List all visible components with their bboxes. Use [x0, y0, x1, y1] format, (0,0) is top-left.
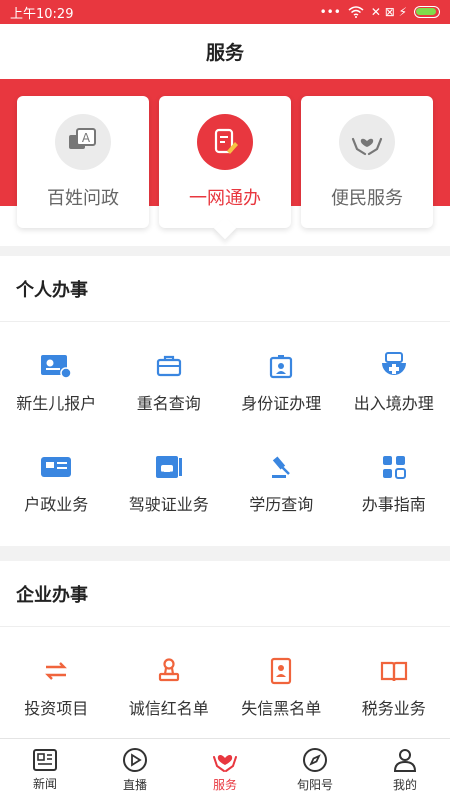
service-label: 失信黑名单 — [241, 699, 322, 718]
battery-icon — [414, 6, 440, 18]
user-icon — [393, 748, 417, 772]
nav-live[interactable]: 直播 — [90, 739, 180, 800]
nav-label: 新闻 — [32, 776, 57, 791]
service-shuiwu-yewu[interactable]: 税务业务 — [338, 627, 450, 728]
nav-xunyanghao[interactable]: 旬阳号 — [270, 739, 360, 800]
network-icons: ✕ ⊠ ⚡ — [370, 5, 407, 19]
bottom-nav: 新闻 直播 服务 旬阳号 我的 — [0, 738, 450, 800]
grid-icon — [377, 453, 411, 481]
briefcase-icon — [152, 352, 186, 380]
status-bar: 上午10:29 ••• ✕ ⊠ ⚡ — [0, 0, 450, 24]
service-chengxin-hongmingdan[interactable]: 诚信红名单 — [113, 627, 226, 728]
nav-news[interactable]: 新闻 — [0, 739, 90, 800]
status-time: 上午10:29 — [10, 6, 74, 22]
page-title: 服务 — [0, 24, 450, 79]
id-card-icon — [39, 352, 73, 380]
gavel-icon — [264, 453, 298, 481]
document-pen-icon — [197, 114, 253, 170]
book-icon — [377, 657, 411, 685]
nav-label: 服务 — [212, 777, 237, 792]
nav-service[interactable]: 服务 — [180, 739, 270, 800]
service-churujing-banli[interactable]: 出入境办理 — [338, 322, 450, 423]
card-yiwang-tongban[interactable]: 一网通办 — [159, 96, 291, 228]
service-label: 办事指南 — [361, 495, 426, 514]
service-label: 驾驶证业务 — [128, 495, 209, 514]
chat-icon: A — [55, 114, 111, 170]
service-heart-icon — [213, 754, 237, 772]
service-label: 重名查询 — [136, 394, 201, 413]
passport-icon — [377, 352, 411, 380]
card-bianmin-fuwu[interactable]: 便民服务 — [301, 96, 433, 228]
card-baixing-wenzheng[interactable]: A 百姓问政 — [17, 96, 149, 228]
wifi-icon — [348, 6, 364, 18]
personal-section: 个人办事 新生儿报户 重名查询 身份证办理 出入境办理 户政业务 驾驶证业务 学… — [0, 256, 450, 546]
heart-hands-icon — [339, 114, 395, 170]
nav-label: 旬阳号 — [296, 777, 333, 792]
service-shenfenzheng-banli[interactable]: 身份证办理 — [225, 322, 338, 423]
card-label: 便民服务 — [331, 188, 403, 209]
household-card-icon — [39, 453, 73, 481]
card-label: 百姓问政 — [47, 188, 119, 209]
status-dots: ••• — [319, 5, 341, 19]
blacklist-icon — [264, 657, 298, 685]
status-icons: ••• ✕ ⊠ ⚡ — [320, 5, 440, 19]
service-label: 诚信红名单 — [128, 699, 209, 718]
play-icon — [123, 747, 147, 772]
service-label: 身份证办理 — [241, 394, 322, 413]
service-xinshenger-baohu[interactable]: 新生儿报户 — [0, 322, 113, 423]
service-banshi-zhinan[interactable]: 办事指南 — [338, 423, 450, 524]
service-label: 税务业务 — [361, 699, 426, 718]
section-title: 个人办事 — [0, 256, 450, 322]
enterprise-grid: 投资项目 诚信红名单 失信黑名单 税务业务 — [0, 627, 450, 728]
nav-label: 直播 — [122, 777, 147, 792]
personal-grid: 新生儿报户 重名查询 身份证办理 出入境办理 户政业务 驾驶证业务 学历查询 办… — [0, 322, 450, 524]
service-label: 新生儿报户 — [16, 394, 97, 413]
stamp-icon — [152, 657, 186, 685]
service-label: 户政业务 — [24, 495, 89, 514]
service-chongming-chaxun[interactable]: 重名查询 — [113, 322, 226, 423]
card-label: 一网通办 — [189, 188, 261, 209]
compass-icon — [303, 747, 327, 772]
service-label: 学历查询 — [249, 495, 314, 514]
news-icon — [33, 748, 57, 771]
service-xueli-chaxun[interactable]: 学历查询 — [225, 423, 338, 524]
service-label: 出入境办理 — [353, 394, 434, 413]
svg-text:A: A — [82, 131, 91, 145]
driver-license-icon — [152, 453, 186, 481]
service-label: 投资项目 — [24, 699, 89, 718]
exchange-icon — [39, 657, 73, 685]
service-touzi-xiangmu[interactable]: 投资项目 — [0, 627, 113, 728]
nav-label: 我的 — [392, 777, 417, 792]
section-title: 企业办事 — [0, 561, 450, 627]
enterprise-section: 企业办事 投资项目 诚信红名单 失信黑名单 税务业务 — [0, 561, 450, 738]
service-huzheng-yewu[interactable]: 户政业务 — [0, 423, 113, 524]
service-jiashizheng-yewu[interactable]: 驾驶证业务 — [113, 423, 226, 524]
nav-mine[interactable]: 我的 — [360, 739, 450, 800]
badge-icon — [264, 352, 298, 380]
service-shixin-heimingdan[interactable]: 失信黑名单 — [225, 627, 338, 728]
